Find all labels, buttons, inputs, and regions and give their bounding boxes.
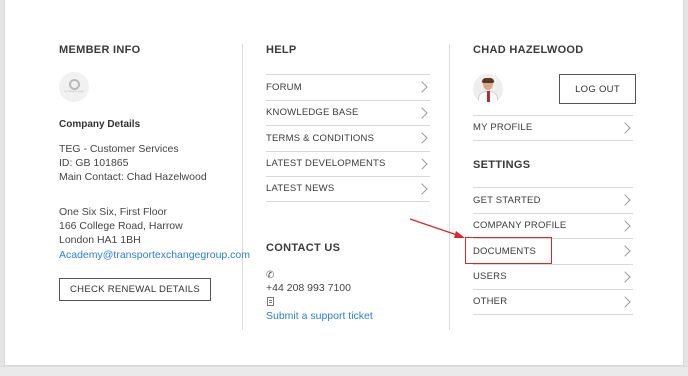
address-line: London HA1 1BH <box>59 234 141 247</box>
help-heading: HELP <box>266 44 297 56</box>
phone-icon: ✆ <box>266 270 275 281</box>
user-name-heading: CHAD HAZELWOOD <box>473 44 584 56</box>
help-item-terms[interactable]: TERMS & CONDITIONS <box>266 125 430 151</box>
help-item-latest-news[interactable]: LATEST NEWS <box>266 176 430 202</box>
chevron-right-icon <box>619 270 631 283</box>
window-frame-right <box>684 0 688 376</box>
gear-icon <box>68 78 80 90</box>
settings-item-users[interactable]: USERS <box>473 263 633 290</box>
menu-item-label: TERMS & CONDITIONS <box>266 132 375 144</box>
menu-item-my-profile[interactable]: MY PROFILE <box>473 115 633 141</box>
check-renewal-button[interactable]: CHECK RENEWAL DETAILS <box>59 278 211 301</box>
menu-item-label: FORUM <box>266 81 302 93</box>
user-column: CHAD HAZELWOOD LOG OUT MY PROFILE SETTIN… <box>473 44 636 315</box>
menu-item-label: GET STARTED <box>473 194 541 206</box>
chevron-right-icon <box>416 132 428 144</box>
company-address: One Six Six, First Floor 166 College Roa… <box>59 205 250 262</box>
annotation-highlight-box <box>465 237 552 264</box>
company-id: ID: GB 101865 <box>59 157 129 170</box>
help-item-forum[interactable]: FORUM <box>266 74 430 100</box>
help-menu: FORUM KNOWLEDGE BASE TERMS & CONDITIONS … <box>266 74 430 202</box>
member-info-column: MEMBER INFO Company logo Company Details… <box>59 44 250 301</box>
chevron-right-icon <box>416 81 428 93</box>
help-item-latest-developments[interactable]: LATEST DEVELOPMENTS <box>266 150 430 177</box>
contact-heading: CONTACT US <box>266 242 341 254</box>
company-logo: Company logo <box>59 72 89 102</box>
help-column: HELP FORUM KNOWLEDGE BASE TERMS & CONDIT… <box>266 44 430 322</box>
menu-item-label: USERS <box>473 271 507 283</box>
settings-heading: SETTINGS <box>473 159 531 171</box>
chevron-right-icon <box>619 296 631 308</box>
company-logo-text: Company logo <box>64 89 84 93</box>
chevron-right-icon <box>619 122 631 134</box>
address-line: One Six Six, First Floor <box>59 206 167 218</box>
address-line: 166 College Road, Harrow <box>59 220 183 233</box>
chevron-right-icon <box>416 157 428 170</box>
company-details-title: Company Details <box>59 119 141 130</box>
annotation-arrow <box>409 218 465 238</box>
window-frame-bottom <box>0 366 688 376</box>
document-icon <box>267 297 274 306</box>
chevron-right-icon <box>619 194 631 206</box>
menu-item-label: KNOWLEDGE BASE <box>266 107 359 119</box>
settings-item-company-profile[interactable]: COMPANY PROFILE <box>473 212 633 239</box>
chevron-right-icon <box>619 219 631 232</box>
phone-number: +44 208 993 7100 <box>266 282 351 294</box>
chevron-right-icon <box>416 106 428 119</box>
menu-item-label: LATEST DEVELOPMENTS <box>266 158 386 170</box>
avatar <box>473 74 503 104</box>
settings-item-other[interactable]: OTHER <box>473 289 633 315</box>
logout-button[interactable]: LOG OUT <box>559 74 636 104</box>
member-info-heading: MEMBER INFO <box>59 44 141 56</box>
menu-item-label: OTHER <box>473 296 508 308</box>
support-ticket-link[interactable]: Submit a support ticket <box>266 310 373 322</box>
company-name: TEG - Customer Services <box>59 143 179 155</box>
menu-item-label: COMPANY PROFILE <box>473 220 567 232</box>
email-link[interactable]: Academy@transportexchangegroup.com <box>59 249 250 261</box>
menu-item-label: MY PROFILE <box>473 122 533 134</box>
company-info: TEG - Customer Services ID: GB 101865 Ma… <box>59 142 207 185</box>
column-divider <box>449 44 450 330</box>
profile-menu: MY PROFILE <box>473 115 633 141</box>
column-divider <box>242 44 243 330</box>
main-contact: Main Contact: Chad Hazelwood <box>59 171 207 184</box>
menu-item-label: LATEST NEWS <box>266 183 335 195</box>
chevron-right-icon <box>416 183 428 195</box>
settings-item-get-started[interactable]: GET STARTED <box>473 187 633 213</box>
chevron-right-icon <box>619 245 631 257</box>
help-item-knowledge-base[interactable]: KNOWLEDGE BASE <box>266 99 430 126</box>
